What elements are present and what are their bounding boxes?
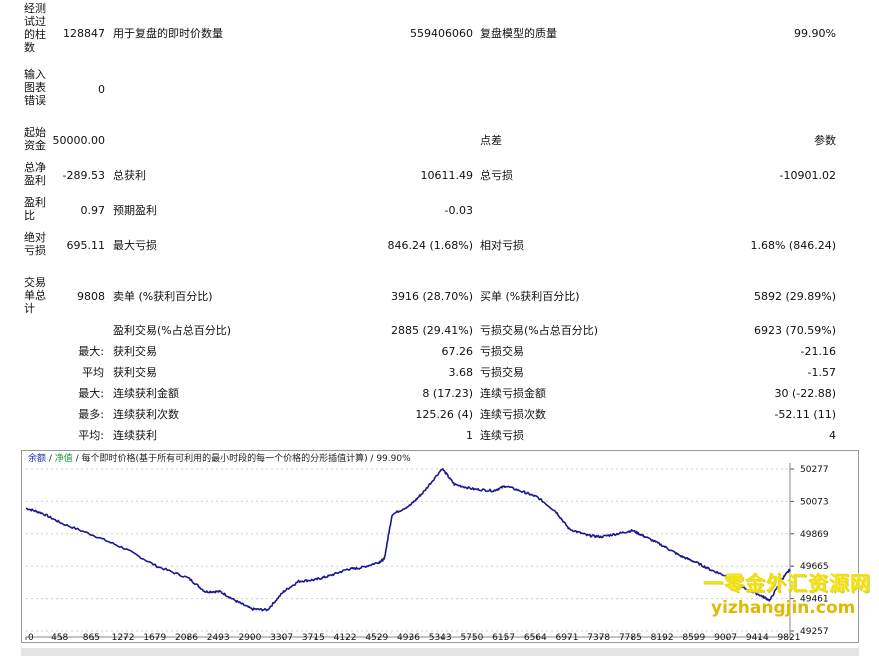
relative-drawdown-value: 1.68% (846.24) [750, 239, 836, 252]
x-tick-label: 6564 [524, 633, 547, 642]
profit-trades-label: 盈利交易(%占总百分比) [113, 324, 232, 337]
gross-loss-value: -10901.02 [779, 169, 836, 182]
x-tick-label: 2493 [207, 633, 230, 642]
absolute-drawdown-value: 695.11 [66, 239, 106, 252]
x-tick-label: 9821 [778, 633, 801, 642]
expected-payoff-value: -0.03 [444, 204, 473, 217]
average-loss-trade-value: -1.57 [807, 366, 836, 379]
maximal-label: 最多: [78, 408, 104, 421]
profit-trades-value: 2885 (29.41%) [390, 324, 473, 337]
average-label: 平均 [82, 366, 104, 379]
total-trades-label: 交易单总计 [24, 276, 46, 315]
gross-profit-label: 总获利 [113, 169, 146, 182]
report-table: 经测试过的柱数 128847 用于复盘的即时价数量 559406060 复盘模型… [0, 0, 879, 450]
x-tick-label: 8192 [651, 633, 674, 642]
x-tick-label: 2086 [175, 633, 198, 642]
bars-tested-value: 128847 [63, 27, 105, 40]
bars-tested-label: 经测试过的柱数 [24, 2, 46, 54]
expected-payoff-label: 预期盈利 [113, 204, 157, 217]
average-profit-trade-value: 3.68 [448, 366, 474, 379]
relative-drawdown-label: 相对亏损 [480, 239, 524, 252]
maximum-label: 最大: [78, 387, 104, 400]
largest-loss-trade-label: 亏损交易 [480, 345, 524, 358]
x-tick-label: 9414 [746, 633, 769, 642]
short-positions-label: 卖单 (%获利百分比) [113, 290, 213, 303]
x-tick-label: 6157 [492, 633, 515, 642]
initial-deposit-value: 50000.00 [52, 134, 106, 147]
ticks-modeled-label: 用于复盘的即时价数量 [113, 27, 223, 40]
maximal-consecutive-loss-value: -52.11 (11) [774, 408, 836, 421]
x-tick-label: 5750 [460, 633, 483, 642]
x-tick-label: 3307 [270, 633, 293, 642]
horizontal-scrollbar[interactable] [21, 648, 859, 656]
ticks-modeled-value: 559406060 [410, 27, 473, 40]
loss-trades-value: 6923 (70.59%) [753, 324, 836, 337]
short-positions-value: 3916 (28.70%) [390, 290, 473, 303]
maximal-consecutive-profit-value: 125.26 (4) [415, 408, 473, 421]
x-tick-label: 458 [51, 633, 68, 642]
profit-factor-label: 盈利比 [24, 196, 46, 222]
x-tick-label: 7785 [619, 633, 642, 642]
maximal-drawdown-label: 最大亏损 [113, 239, 157, 252]
y-tick-label: 50073 [800, 497, 829, 507]
x-tick-label: 9007 [714, 633, 737, 642]
largest-label: 最大: [78, 345, 104, 358]
profit-factor-value: 0.97 [80, 204, 106, 217]
chart-errors-label: 输入图表错误 [24, 68, 46, 107]
long-positions-value: 5892 (29.89%) [753, 290, 836, 303]
max-consecutive-wins-value: 8 (17.23) [422, 387, 473, 400]
modelling-quality-label: 复盘模型的质量 [480, 27, 557, 40]
largest-loss-trade-value: -21.16 [800, 345, 836, 358]
chart-errors-value: 0 [98, 83, 105, 96]
x-tick-label: 5343 [429, 633, 452, 642]
average-consecutive-wins-value: 1 [466, 429, 473, 442]
net-profit-value: -289.53 [62, 169, 105, 182]
y-tick-label: 50277 [800, 465, 829, 475]
spread-label: 点差 [480, 134, 502, 147]
x-tick-label: 1679 [143, 633, 166, 642]
maximal-drawdown-value: 846.24 (1.68%) [387, 239, 473, 252]
y-tick-label: 49257 [800, 627, 829, 637]
average-consecutive-label: 平均: [78, 429, 104, 442]
x-tick-label: 4122 [334, 633, 357, 642]
average-profit-trade-label: 获利交易 [113, 366, 157, 379]
x-tick-label: 7378 [587, 633, 610, 642]
x-tick-label: 1272 [112, 633, 135, 642]
average-consecutive-losses-value: 4 [829, 429, 836, 442]
average-consecutive-losses-label: 连续亏损 [480, 429, 524, 442]
total-trades-value: 9808 [77, 290, 105, 303]
maximal-consecutive-profit-label: 连续获利次数 [113, 408, 179, 421]
parameters-label: 参数 [814, 134, 836, 147]
x-tick-label: 2900 [238, 633, 261, 642]
largest-profit-trade-value: 67.26 [441, 345, 474, 358]
average-loss-trade-label: 亏损交易 [480, 366, 524, 379]
x-tick-label: 4936 [397, 633, 420, 642]
x-tick-label: 3715 [302, 633, 325, 642]
loss-trades-label: 亏损交易(%占总百分比) [480, 324, 599, 337]
x-tick-label: 865 [83, 633, 100, 642]
max-consecutive-losses-value: 30 (-22.88) [774, 387, 836, 400]
largest-profit-trade-label: 获利交易 [113, 345, 157, 358]
x-tick-label: 8599 [682, 633, 705, 642]
long-positions-label: 买单 (%获利百分比) [480, 290, 580, 303]
initial-deposit-label: 起始资金 [24, 126, 46, 152]
max-consecutive-losses-label: 连续亏损金额 [480, 387, 546, 400]
watermark-cn: 一零金外汇资源网 [703, 571, 871, 595]
absolute-drawdown-label: 绝对亏损 [24, 231, 46, 257]
maximal-consecutive-loss-label: 连续亏损次数 [480, 408, 546, 421]
x-tick-label: 4529 [365, 633, 388, 642]
max-consecutive-wins-label: 连续获利金额 [113, 387, 179, 400]
watermark-url: yizhangjin.com [711, 598, 856, 618]
gross-loss-label: 总亏损 [480, 169, 513, 182]
y-tick-label: 49869 [800, 530, 829, 540]
gross-profit-value: 10611.49 [420, 169, 474, 182]
net-profit-label: 总净盈利 [24, 161, 46, 187]
modelling-quality-value: 99.90% [794, 27, 836, 40]
x-tick-label: 0 [28, 633, 34, 642]
balance-line [25, 467, 791, 612]
x-tick-label: 6971 [556, 633, 579, 642]
average-consecutive-wins-label: 连续获利 [113, 429, 157, 442]
